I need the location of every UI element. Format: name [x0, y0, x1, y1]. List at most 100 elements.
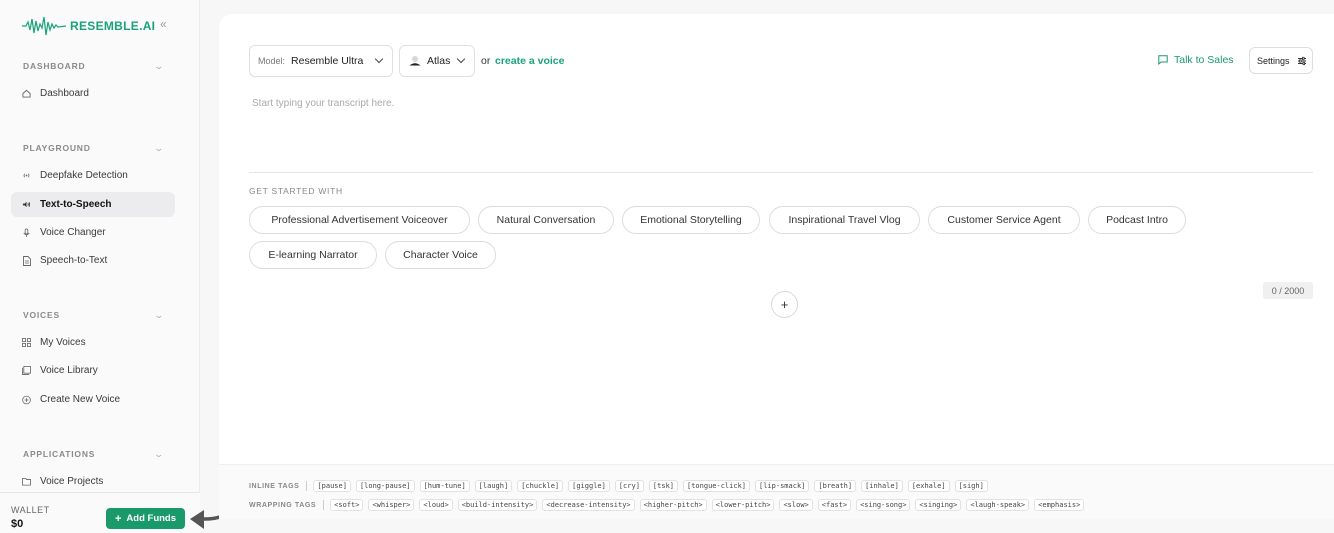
section-title: DASHBOARD	[23, 61, 86, 71]
section-playground[interactable]: PLAYGROUND ⌄	[23, 141, 165, 155]
sidebar-item-create-new-voice[interactable]: Create New Voice	[11, 387, 175, 412]
inline-tag[interactable]: [inhale]	[861, 480, 903, 492]
suggestion-chip[interactable]: Customer Service Agent	[928, 206, 1080, 234]
wrapping-tags-row: WRAPPING TAGS <soft> <whisper> <loud> <b…	[249, 498, 1089, 512]
add-funds-button[interactable]: + Add Funds	[106, 508, 185, 529]
inline-tag[interactable]: [exhale]	[907, 480, 950, 492]
or-text: or	[481, 55, 491, 67]
sidebar-item-voice-changer[interactable]: Voice Changer	[11, 220, 175, 245]
home-icon	[22, 89, 31, 98]
plus-icon: +	[114, 512, 122, 525]
brand-logo[interactable]: RESEMBLE.AI	[22, 14, 155, 38]
sidebar-item-label: Voice Projects	[40, 476, 104, 487]
sidebar-item-dashboard[interactable]: Dashboard	[11, 81, 175, 106]
wrapping-tags-title: WRAPPING TAGS	[249, 501, 317, 509]
collapse-sidebar-icon[interactable]: «	[160, 17, 167, 31]
voice-select[interactable]: Atlas	[399, 45, 475, 77]
wrapping-tag[interactable]: <fast>	[817, 499, 852, 511]
wrapping-tag[interactable]: <higher-pitch>	[639, 499, 707, 511]
section-title: VOICES	[23, 310, 60, 320]
inline-tag[interactable]: [long-pause]	[355, 480, 415, 492]
plus-icon: +	[780, 297, 789, 312]
inline-tags-title: INLINE TAGS	[249, 482, 300, 490]
grid-icon	[22, 338, 31, 347]
wrapping-tag[interactable]: <loud>	[419, 499, 453, 511]
section-title: PLAYGROUND	[23, 143, 91, 153]
suggestion-chip[interactable]: E-learning Narrator	[249, 241, 377, 269]
wrapping-tag[interactable]: <slow>	[779, 499, 813, 511]
inline-tag[interactable]: [breath]	[814, 480, 857, 492]
sidebar-item-voice-library[interactable]: Voice Library	[11, 358, 175, 383]
tags-panel: INLINE TAGS [pause] [long-pause] [hum-tu…	[219, 464, 1334, 519]
sidebar-item-label: Voice Changer	[40, 227, 106, 238]
model-select[interactable]: Model: Resemble Ultra	[249, 45, 393, 77]
wrapping-tag[interactable]: <build-intensity>	[457, 499, 538, 511]
chat-bubble-icon	[1158, 55, 1168, 65]
add-block-button[interactable]: +	[771, 291, 798, 318]
brand-name: RESEMBLE.AI	[70, 19, 156, 33]
divider	[249, 172, 1313, 173]
sidebar-item-label: Voice Library	[40, 365, 98, 376]
wrapping-tag[interactable]: <sing-song>	[856, 499, 911, 511]
char-counter: 0 / 2000	[1263, 282, 1313, 299]
section-voices[interactable]: VOICES ⌄	[23, 308, 165, 322]
settings-label: Settings	[1257, 55, 1290, 66]
suggestion-chip[interactable]: Emotional Storytelling	[622, 206, 760, 234]
section-dashboard[interactable]: DASHBOARD ⌄	[23, 59, 165, 73]
inline-tag[interactable]: [sigh]	[954, 480, 988, 492]
waveform-logo-icon	[22, 16, 66, 36]
inline-tag[interactable]: [chuckle]	[517, 480, 564, 492]
sidebar-item-deepfake-detection[interactable]: Deepfake Detection	[11, 163, 175, 188]
wrapping-tag[interactable]: <emphasis>	[1034, 499, 1085, 511]
document-icon	[22, 255, 31, 266]
wrapping-tag[interactable]: <whisper>	[368, 499, 415, 511]
wrapping-tag[interactable]: <soft>	[330, 499, 364, 511]
settings-button[interactable]: Settings	[1249, 47, 1313, 74]
inline-tag[interactable]: [cry]	[614, 480, 644, 492]
sidebar-item-label: Create New Voice	[40, 394, 121, 405]
inline-tag[interactable]: [tsk]	[648, 480, 678, 492]
tts-editor-card: Model: Resemble Ultra Atlas or create a …	[219, 14, 1334, 519]
sidebar-item-my-voices[interactable]: My Voices	[11, 330, 175, 355]
chevron-down-icon	[456, 54, 466, 64]
suggestion-chip[interactable]: Inspirational Travel Vlog	[769, 206, 920, 234]
chevron-down-icon: ⌄	[153, 448, 165, 459]
inline-tags-row: INLINE TAGS [pause] [long-pause] [hum-tu…	[249, 479, 993, 493]
talk-to-sales-link[interactable]: Talk to Sales	[1158, 54, 1234, 66]
sidebar-item-label: Dashboard	[40, 88, 89, 99]
inline-tag[interactable]: [giggle]	[568, 480, 610, 492]
inline-tag[interactable]: [tongue-click]	[683, 480, 751, 492]
plus-circle-icon	[22, 395, 31, 404]
wallet-label: WALLET	[11, 505, 50, 515]
wrapping-tag[interactable]: <singing>	[915, 499, 962, 511]
suggestion-chip[interactable]: Natural Conversation	[478, 206, 614, 234]
wrapping-tag[interactable]: <laugh-speak>	[966, 499, 1030, 511]
sidebar-item-label: Speech-to-Text	[40, 255, 108, 266]
sidebar-item-voice-projects[interactable]: Voice Projects	[11, 469, 175, 494]
sidebar-item-speech-to-text[interactable]: Speech-to-Text	[11, 248, 175, 273]
suggestion-chip[interactable]: Podcast Intro	[1088, 206, 1186, 234]
chevron-down-icon: ⌄	[153, 60, 165, 71]
sidebar-item-text-to-speech[interactable]: Text-to-Speech	[11, 192, 175, 217]
create-voice-link[interactable]: create a voice	[495, 55, 564, 67]
sidebar: RESEMBLE.AI « DASHBOARD ⌄ Dashboard PLAY…	[0, 0, 200, 533]
separator	[306, 481, 308, 491]
suggestion-chip[interactable]: Character Voice	[385, 241, 496, 269]
inline-tag[interactable]: [hum-tune]	[419, 480, 470, 492]
sidebar-item-label: Text-to-Speech	[40, 199, 112, 210]
inline-tag[interactable]: [laugh]	[474, 480, 513, 492]
section-applications[interactable]: APPLICATIONS ⌄	[23, 447, 165, 461]
inline-tag[interactable]: [pause]	[313, 480, 351, 492]
transcript-input[interactable]: Start typing your transcript here.	[252, 98, 394, 109]
inline-tag[interactable]: [lip-smack]	[755, 480, 810, 492]
microphone-icon	[22, 228, 31, 237]
speaker-icon	[22, 200, 31, 209]
wrapping-tag[interactable]: <decrease-intensity>	[542, 499, 635, 511]
voice-avatar-icon	[409, 56, 421, 66]
suggestion-chip[interactable]: Professional Advertisement Voiceover	[249, 206, 470, 234]
chevron-down-icon	[374, 54, 384, 64]
separator	[323, 500, 325, 510]
wrapping-tag[interactable]: <lower-pitch>	[711, 499, 775, 511]
wallet-panel: WALLET $0 + Add Funds	[0, 492, 200, 533]
section-title: APPLICATIONS	[23, 449, 96, 459]
